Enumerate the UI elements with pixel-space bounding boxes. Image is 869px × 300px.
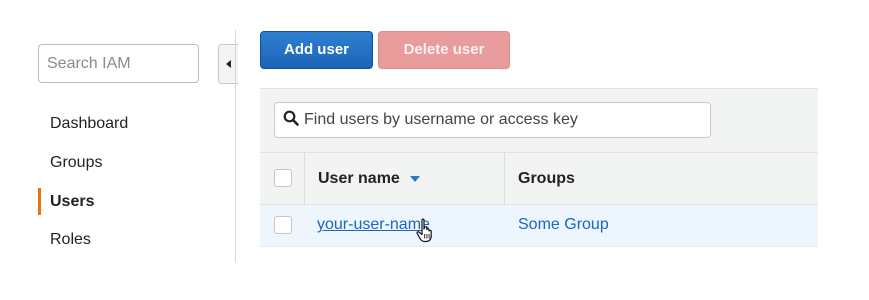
delete-user-button[interactable]: Delete user xyxy=(378,31,510,69)
search-iam-input[interactable] xyxy=(47,45,190,83)
user-filter-box[interactable] xyxy=(274,102,711,138)
sidebar-divider xyxy=(235,30,236,262)
column-header-groups-label: Groups xyxy=(518,170,575,187)
username-link[interactable]: your-user-name xyxy=(317,215,430,235)
column-separator xyxy=(304,153,305,204)
sidebar-item-roles[interactable]: Roles xyxy=(50,228,91,252)
column-header-username[interactable]: User name xyxy=(318,169,420,189)
search-icon xyxy=(283,110,299,131)
caret-left-icon xyxy=(225,55,232,73)
select-all-checkbox[interactable] xyxy=(274,169,292,187)
hand-pointer-cursor-icon xyxy=(416,218,438,249)
sidebar-item-dashboard[interactable]: Dashboard xyxy=(50,112,128,136)
sidebar-item-users[interactable]: Users xyxy=(50,190,94,214)
sidebar-item-groups[interactable]: Groups xyxy=(50,151,102,175)
sidebar-search-box[interactable] xyxy=(38,44,199,83)
column-header-groups[interactable]: Groups xyxy=(518,169,575,189)
row-select-checkbox[interactable] xyxy=(274,216,292,234)
group-link[interactable]: Some Group xyxy=(518,215,609,235)
sort-descending-icon xyxy=(409,176,420,182)
column-separator xyxy=(504,153,505,204)
sidebar-active-indicator xyxy=(38,188,41,215)
user-filter-input[interactable] xyxy=(299,103,710,137)
add-user-button[interactable]: Add user xyxy=(260,31,373,69)
sidebar: Dashboard Groups Users Roles xyxy=(0,0,238,262)
column-header-username-label: User name xyxy=(318,170,400,187)
